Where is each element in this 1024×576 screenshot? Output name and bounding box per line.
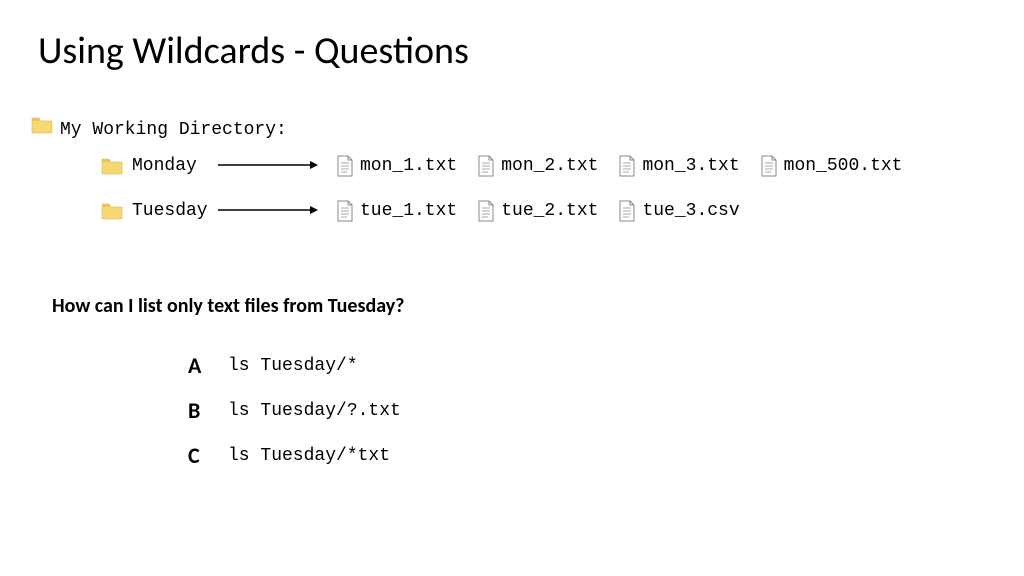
file-item: mon_3.txt — [618, 155, 739, 177]
file-icon — [477, 200, 495, 222]
file-name: mon_2.txt — [501, 156, 598, 176]
directory-label: My Working Directory: — [60, 120, 287, 140]
file-name: tue_1.txt — [360, 201, 457, 221]
file-item: tue_2.txt — [477, 200, 598, 222]
file-name: mon_1.txt — [360, 156, 457, 176]
file-icon — [618, 200, 636, 222]
option-letter: C — [188, 442, 206, 469]
monday-label: Monday — [132, 156, 212, 176]
option-c: C ls Tuesday/*txt — [188, 442, 401, 469]
arrow-icon — [218, 202, 318, 221]
tuesday-label: Tuesday — [132, 201, 212, 221]
file-name: tue_3.csv — [642, 201, 739, 221]
folder-icon — [100, 156, 124, 176]
file-name: mon_3.txt — [642, 156, 739, 176]
file-icon — [336, 155, 354, 177]
tuesday-row: Tuesday tue_1.txt tue_2.txt tue_3.csv — [100, 200, 740, 222]
monday-row: Monday mon_1.txt mon_2.txt mon_3.txt mon… — [100, 155, 902, 177]
option-a: A ls Tuesday/* — [188, 352, 401, 379]
file-icon — [336, 200, 354, 222]
option-letter: B — [188, 397, 206, 424]
file-item: mon_500.txt — [760, 155, 903, 177]
option-b: B ls Tuesday/?.txt — [188, 397, 401, 424]
file-icon — [618, 155, 636, 177]
question-text: How can I list only text files from Tues… — [52, 294, 404, 318]
option-command: ls Tuesday/*txt — [228, 446, 390, 466]
arrow-icon — [218, 157, 318, 176]
file-name: mon_500.txt — [784, 156, 903, 176]
file-name: tue_2.txt — [501, 201, 598, 221]
options-list: A ls Tuesday/* B ls Tuesday/?.txt C ls T… — [188, 352, 401, 487]
folder-icon — [100, 201, 124, 221]
file-icon — [760, 155, 778, 177]
option-command: ls Tuesday/?.txt — [228, 401, 401, 421]
file-item: tue_3.csv — [618, 200, 739, 222]
file-item: mon_2.txt — [477, 155, 598, 177]
option-command: ls Tuesday/* — [228, 356, 358, 376]
file-icon — [477, 155, 495, 177]
file-item: tue_1.txt — [336, 200, 457, 222]
folder-icon — [30, 115, 54, 135]
option-letter: A — [188, 352, 206, 379]
file-item: mon_1.txt — [336, 155, 457, 177]
slide-title: Using Wildcards - Questions — [38, 28, 469, 74]
